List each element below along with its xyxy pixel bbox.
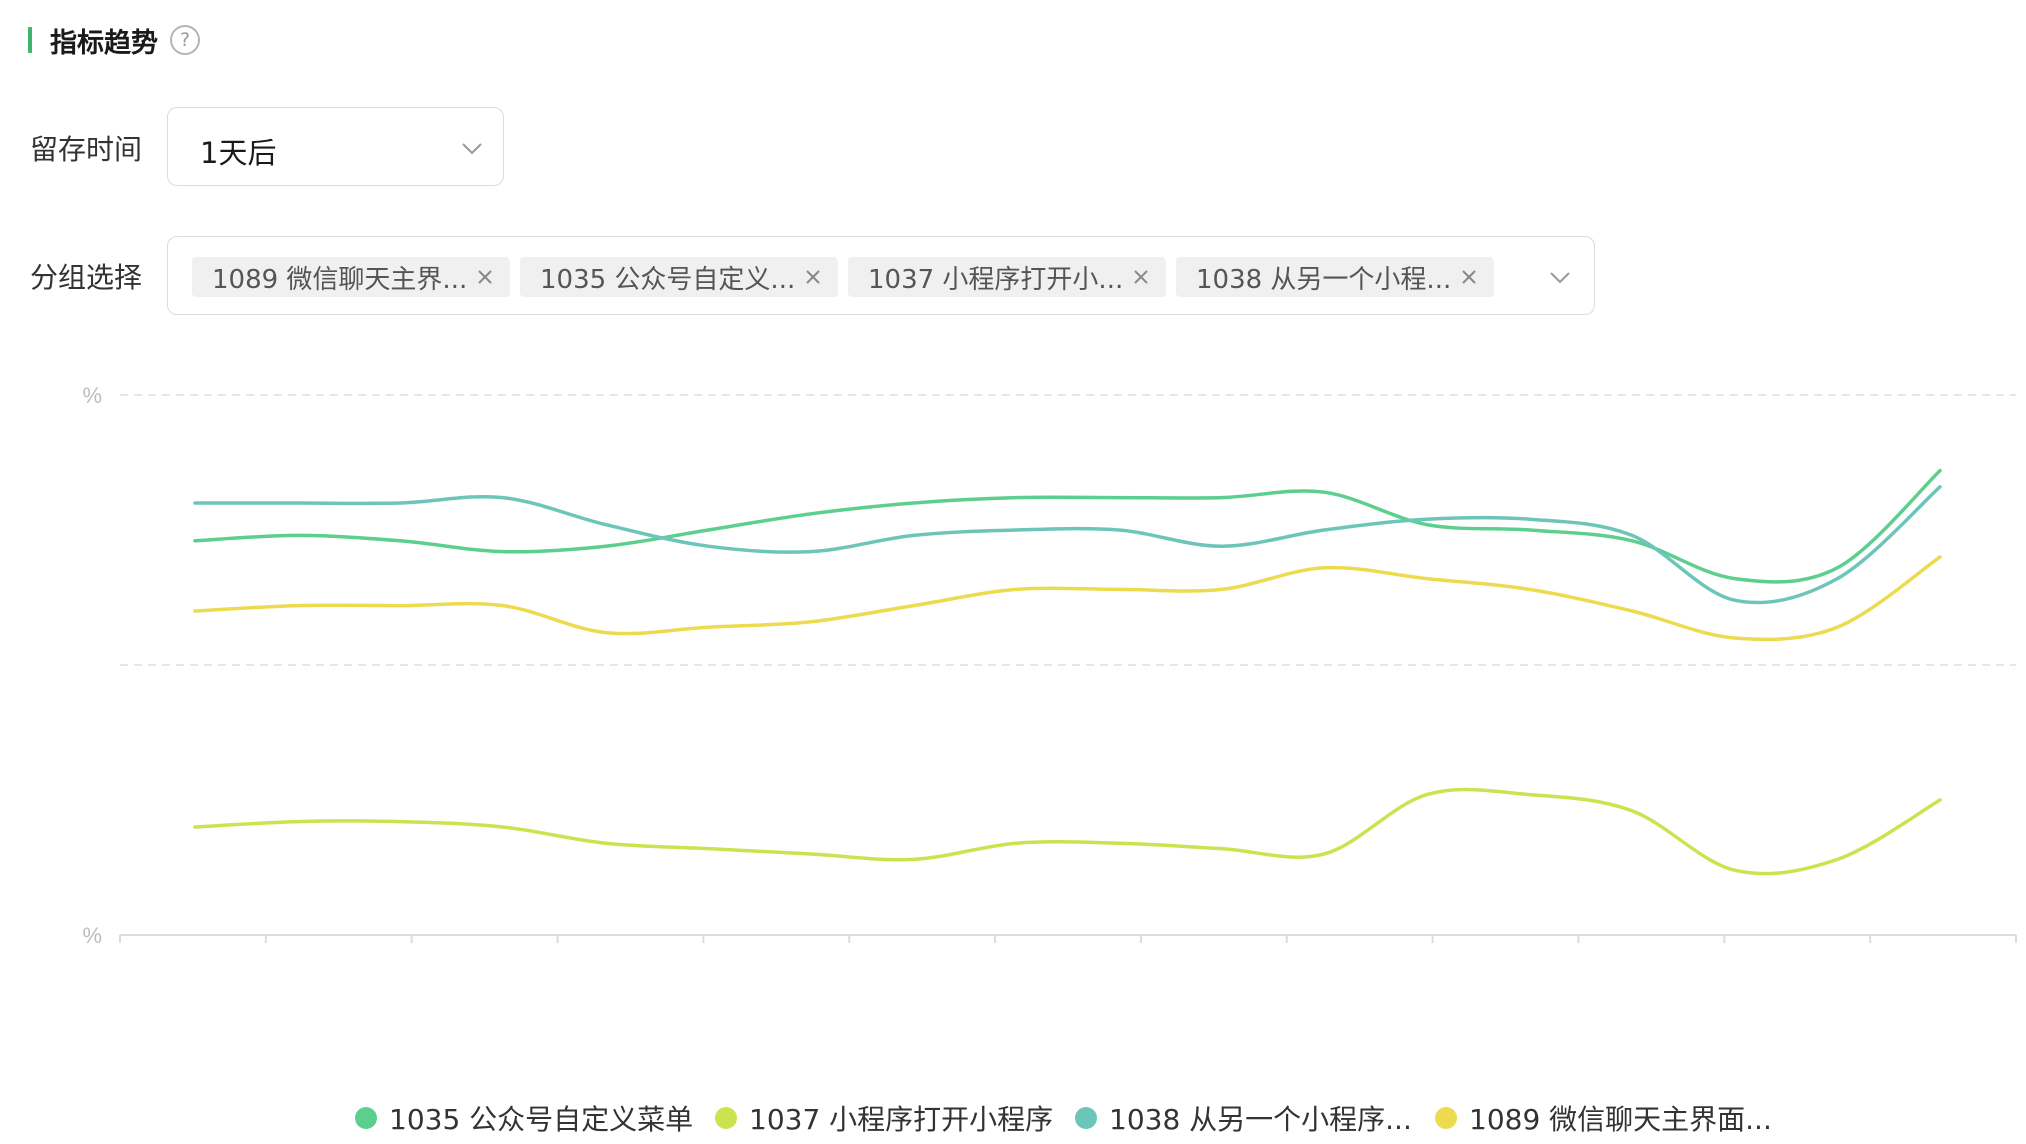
page-title: 指标趋势 — [50, 27, 158, 59]
section-accent-bar — [28, 27, 32, 53]
legend-item[interactable]: 1037 小程序打开小程序 — [715, 1098, 1053, 1138]
group-tag[interactable]: 1089 微信聊天主界... — [192, 257, 510, 297]
help-icon[interactable]: ? — [170, 25, 200, 55]
legend-item[interactable]: 1038 从另一个小程序... — [1075, 1098, 1412, 1138]
legend-dot-icon — [1435, 1107, 1457, 1129]
group-tag-label: 1038 从另一个小程... — [1196, 264, 1452, 295]
retention-label: 留存时间 — [30, 133, 143, 166]
section-header: 指标趋势 ? — [28, 20, 200, 60]
close-icon[interactable] — [1131, 267, 1151, 287]
series-line-2 — [193, 485, 1942, 605]
close-icon[interactable] — [803, 267, 823, 287]
retention-value: 1天后 — [200, 136, 277, 170]
group-tag-label: 1035 公众号自定义... — [540, 264, 796, 295]
group-label: 分组选择 — [30, 261, 143, 294]
series-line-3 — [193, 555, 1942, 642]
legend-dot-icon — [715, 1107, 737, 1129]
y-tick-label: % — [82, 383, 102, 408]
trend-line-chart: %% — [82, 383, 2017, 948]
legend-label: 1035 公众号自定义菜单 — [389, 1103, 694, 1136]
y-tick-label: % — [82, 923, 102, 948]
chevron-down-icon — [462, 143, 482, 155]
group-tag[interactable]: 1037 小程序打开小... — [848, 257, 1166, 297]
group-select[interactable]: 1089 微信聊天主界... 1035 公众号自定义... 1037 小程序打开… — [167, 236, 1595, 315]
series-line-1 — [193, 787, 1942, 876]
legend-label: 1089 微信聊天主界面... — [1469, 1103, 1772, 1136]
group-tag[interactable]: 1038 从另一个小程... — [1176, 257, 1494, 297]
retention-select[interactable]: 1天后 — [167, 107, 504, 186]
legend-item[interactable]: 1035 公众号自定义菜单 — [355, 1098, 693, 1138]
group-tag[interactable]: 1035 公众号自定义... — [520, 257, 838, 297]
group-tag-label: 1037 小程序打开小... — [868, 264, 1124, 295]
legend-dot-icon — [1075, 1107, 1097, 1129]
group-tag-label: 1089 微信聊天主界... — [212, 264, 468, 295]
close-icon[interactable] — [475, 267, 495, 287]
chevron-down-icon — [1550, 272, 1570, 284]
close-icon[interactable] — [1459, 267, 1479, 287]
chart-legend: 1035 公众号自定义菜单 1037 小程序打开小程序 1038 从另一个小程序..… — [0, 1098, 2026, 1138]
legend-item[interactable]: 1089 微信聊天主界面... — [1435, 1098, 1772, 1138]
legend-dot-icon — [355, 1107, 377, 1129]
legend-label: 1037 小程序打开小程序 — [749, 1103, 1054, 1136]
legend-label: 1038 从另一个小程序... — [1109, 1103, 1412, 1136]
